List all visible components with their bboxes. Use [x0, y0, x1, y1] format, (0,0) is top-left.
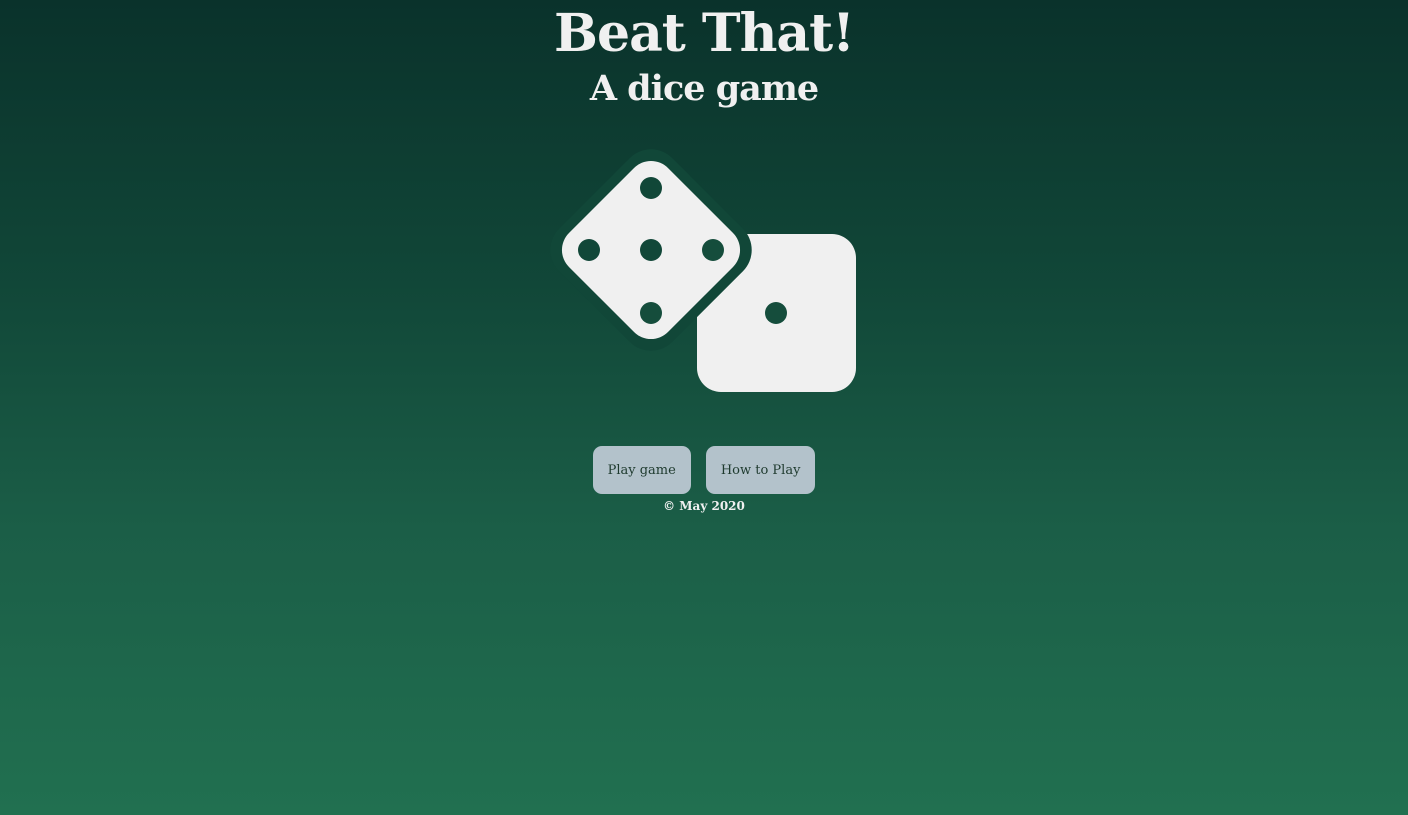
page-subtitle: A dice game [589, 68, 819, 109]
pip [765, 302, 787, 324]
page-title: Beat That! [554, 3, 855, 64]
how-to-play-button[interactable]: How to Play [705, 446, 816, 494]
pip [578, 239, 600, 261]
pip [640, 239, 662, 261]
pip [640, 302, 662, 324]
pip [702, 239, 724, 261]
pip [640, 177, 662, 199]
button-row: Play game How to Play [0, 446, 1408, 494]
play-game-button[interactable]: Play game [592, 446, 691, 494]
copyright-footer: © May 2020 [663, 499, 745, 513]
dice-icon [550, 149, 856, 392]
